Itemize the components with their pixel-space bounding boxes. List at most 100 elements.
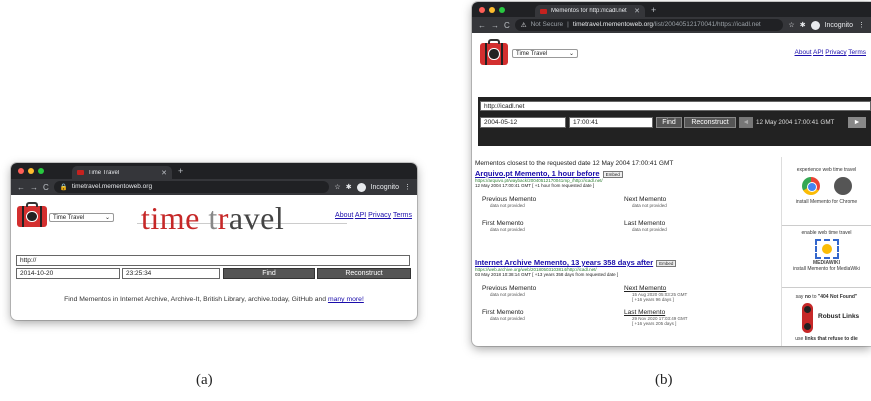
page-content: Time Travel ⌄ About API Privacy Terms ht… — [472, 33, 871, 346]
forward-arrow-icon[interactable]: → — [491, 21, 499, 30]
back-arrow-icon[interactable]: ← — [17, 183, 25, 192]
about-link[interactable]: About — [335, 212, 353, 219]
results-heading: Mementos closest to the requested date 1… — [475, 160, 674, 167]
memento-date: 03 May 2018 10:38:14 GMT — [475, 272, 531, 277]
previous-memento-value: data not provided — [490, 203, 525, 208]
service-select[interactable]: Time Travel ⌄ — [49, 213, 114, 222]
robust-links-promo[interactable]: say no to "404 Not Found" Robust Links u… — [782, 287, 871, 345]
url-input[interactable]: http:// — [16, 255, 410, 266]
incognito-label: Incognito — [824, 21, 853, 29]
api-link[interactable]: API — [813, 49, 823, 56]
browser-window-a: Time Travel ✕ + ← → C 🔒 timetravel.memen… — [11, 163, 417, 320]
terms-link[interactable]: Terms — [848, 49, 866, 56]
first-memento-label: First Memento — [482, 309, 524, 316]
mediawiki-extension-promo[interactable]: enable web time travel MEDIAWIKI install… — [782, 225, 871, 272]
date-input[interactable]: 2014-10-20 — [16, 268, 120, 279]
browser-toolbar: ← → C 🔒 timetravel.mementoweb.org ☆ ✱ In… — [11, 179, 417, 195]
previous-memento-label: Previous Memento — [482, 196, 537, 203]
last-memento-link[interactable]: Last Memento — [624, 309, 688, 316]
robust-links-label: Robust Links — [818, 313, 860, 320]
last-memento-delta: [ +16 years 205 days ] — [632, 321, 677, 326]
close-window-button[interactable] — [18, 168, 24, 174]
mediawiki-logo-icon — [814, 239, 839, 259]
embed-button[interactable]: Embed — [656, 259, 677, 267]
luggage-logo-icon[interactable] — [17, 202, 47, 227]
browser-tab[interactable]: Mementos for http://icadl.net ✕ — [535, 5, 645, 17]
last-memento: Last Memento data not provided — [624, 220, 667, 232]
memento-card: Internet Archive Memento, 13 years 358 d… — [475, 258, 677, 277]
reload-icon[interactable]: C — [504, 21, 510, 30]
favicon-icon — [77, 170, 84, 175]
privacy-link[interactable]: Privacy — [368, 212, 391, 219]
page-content: Time Travel ⌄ time travel About API Priv… — [11, 195, 417, 320]
forward-arrow-icon[interactable]: → — [30, 183, 38, 192]
tab-strip: Mementos for http://icadl.net ✕ + — [472, 2, 871, 17]
reconstruct-button[interactable]: Reconstruct — [317, 268, 411, 279]
date-input[interactable]: 2004-05-12 — [480, 117, 566, 128]
caption-a: (a) — [196, 372, 213, 388]
search-bar-panel: http://icadl.net 2004-05-12 17:00:41 Fin… — [478, 97, 871, 146]
incognito-label: Incognito — [370, 183, 399, 191]
new-tab-icon[interactable]: + — [651, 5, 656, 15]
first-memento-value: data not provided — [490, 316, 525, 321]
address-bar[interactable]: 🔒 timetravel.mementoweb.org — [53, 181, 330, 193]
address-bar[interactable]: ⚠ Not Secure | timetravel.mementoweb.org… — [514, 19, 784, 31]
bookmark-star-icon[interactable]: ☆ — [334, 183, 340, 191]
first-memento: First Memento data not provided — [482, 309, 525, 321]
service-select[interactable]: Time Travel ⌄ — [512, 49, 578, 58]
maximize-window-button[interactable] — [38, 168, 44, 174]
find-button[interactable]: Find — [656, 117, 682, 128]
next-arrow-button[interactable]: ► — [848, 117, 866, 128]
luggage-logo-icon[interactable] — [480, 39, 508, 65]
reload-icon[interactable]: C — [43, 183, 49, 192]
privacy-link[interactable]: Privacy — [825, 49, 846, 56]
about-link[interactable]: About — [795, 49, 812, 56]
minimize-window-button[interactable] — [28, 168, 34, 174]
caption-b: (b) — [655, 372, 673, 388]
previous-memento: Previous Memento data not provided — [482, 285, 536, 297]
last-memento: Last Memento 29 Nov 2020 17:03:49 GMT [ … — [624, 309, 688, 326]
next-memento-link[interactable]: Next Memento — [624, 285, 687, 292]
reconstruct-button[interactable]: Reconstruct — [684, 117, 736, 128]
close-tab-icon[interactable]: ✕ — [161, 169, 167, 177]
top-links: About API Privacy Terms — [795, 49, 866, 56]
previous-memento: Previous Memento data not provided — [482, 196, 536, 208]
menu-kebab-icon[interactable]: ⋮ — [404, 183, 411, 191]
extensions-icon[interactable]: ✱ — [346, 183, 352, 191]
memento-title-link[interactable]: Internet Archive Memento, 13 years 358 d… — [475, 258, 653, 267]
chevron-down-icon: ⌄ — [568, 51, 574, 57]
next-memento-label: Next Memento — [624, 196, 667, 203]
api-link[interactable]: API — [355, 212, 366, 219]
bookmark-star-icon[interactable]: ☆ — [788, 21, 794, 29]
previous-arrow-button[interactable]: ◄ — [739, 117, 753, 128]
lock-icon: 🔒 — [59, 183, 68, 191]
chrome-extension-promo[interactable]: experience web time travel install Memen… — [782, 163, 871, 205]
time-input[interactable]: 23:25:34 — [122, 268, 220, 279]
time-input[interactable]: 17:00:41 — [569, 117, 653, 128]
minimize-window-button[interactable] — [489, 6, 495, 13]
extensions-icon[interactable]: ✱ — [800, 21, 806, 29]
memento-title-link[interactable]: Arquivo.pt Memento, 1 hour before — [475, 169, 600, 178]
tab-title: Time Travel — [88, 169, 120, 176]
terms-link[interactable]: Terms — [393, 212, 412, 219]
close-tab-icon[interactable]: ✕ — [634, 7, 640, 15]
footer-description: Find Mementos in Internet Archive, Archi… — [64, 296, 328, 303]
page-title: time travel — [141, 200, 285, 236]
url-input[interactable]: http://icadl.net — [480, 101, 871, 111]
embed-button[interactable]: Embed — [602, 170, 623, 178]
incognito-icon — [810, 20, 820, 30]
next-memento-value: data not provided — [632, 203, 667, 208]
last-memento-value: data not provided — [632, 227, 667, 232]
new-tab-icon[interactable]: + — [178, 166, 183, 176]
browser-tab[interactable]: Time Travel ✕ — [72, 166, 172, 179]
select-value: Time Travel — [53, 214, 85, 221]
many-more-link[interactable]: many more! — [328, 296, 364, 303]
last-memento-label: Last Memento — [624, 220, 666, 227]
close-window-button[interactable] — [479, 6, 485, 13]
find-button[interactable]: Find — [223, 268, 315, 279]
menu-kebab-icon[interactable]: ⋮ — [858, 21, 865, 29]
next-memento: Next Memento data not provided — [624, 196, 667, 208]
back-arrow-icon[interactable]: ← — [478, 21, 486, 30]
install-mediawiki-text: install Memento for MediaWiki — [793, 266, 860, 272]
maximize-window-button[interactable] — [499, 6, 505, 13]
